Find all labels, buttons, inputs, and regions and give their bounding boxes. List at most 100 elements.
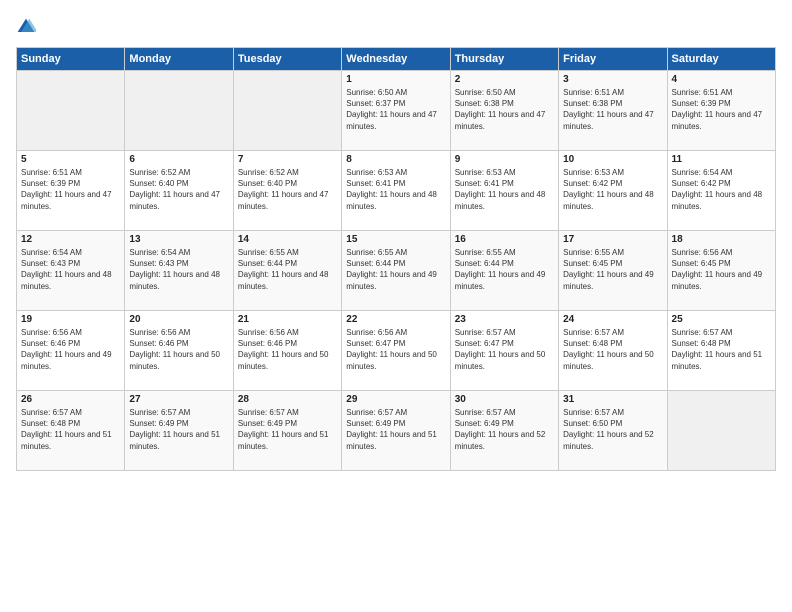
day-number: 17 [563, 234, 662, 245]
header [16, 16, 776, 37]
cell-info: Sunrise: 6:56 AMSunset: 6:46 PMDaylight:… [21, 327, 120, 372]
day-number: 21 [238, 314, 337, 325]
day-number: 11 [672, 154, 771, 165]
calendar-table: SundayMondayTuesdayWednesdayThursdayFrid… [16, 47, 776, 471]
calendar-cell: 9 Sunrise: 6:53 AMSunset: 6:41 PMDaylight… [450, 151, 558, 231]
cell-info: Sunrise: 6:51 AMSunset: 6:39 PMDaylight:… [672, 87, 771, 132]
day-number: 26 [21, 394, 120, 405]
day-number: 23 [455, 314, 554, 325]
cell-info: Sunrise: 6:53 AMSunset: 6:42 PMDaylight:… [563, 167, 662, 212]
cell-info: Sunrise: 6:52 AMSunset: 6:40 PMDaylight:… [129, 167, 228, 212]
day-number: 5 [21, 154, 120, 165]
header-day: Thursday [450, 48, 558, 71]
cell-info: Sunrise: 6:54 AMSunset: 6:42 PMDaylight:… [672, 167, 771, 212]
calendar-cell: 13Sunrise: 6:54 AMSunset: 6:43 PMDayligh… [125, 231, 233, 311]
cell-info: Sunrise: 6:57 AMSunset: 6:48 PMDaylight:… [563, 327, 662, 372]
calendar-cell: 11 Sunrise: 6:54 AMSunset: 6:42 PMDayligh… [667, 151, 775, 231]
day-number: 3 [563, 74, 662, 85]
cell-info: Sunrise: 6:57 AMSunset: 6:49 PMDaylight:… [238, 407, 337, 452]
day-number: 20 [129, 314, 228, 325]
calendar-cell: 27 Sunrise: 6:57 AMSunset: 6:49 PMDayligh… [125, 391, 233, 471]
calendar-cell: 1 Sunrise: 6:50 AMSunset: 6:37 PMDaylight… [342, 71, 450, 151]
cell-info: Sunrise: 6:56 AMSunset: 6:46 PMDaylight:… [129, 327, 228, 372]
calendar-cell: 20 Sunrise: 6:56 AMSunset: 6:46 PMDayligh… [125, 311, 233, 391]
calendar-cell: 31 Sunrise: 6:57 AMSunset: 6:50 PMDayligh… [559, 391, 667, 471]
calendar-week-row: 26 Sunrise: 6:57 AMSunset: 6:48 PMDayligh… [17, 391, 776, 471]
logo-icon [16, 17, 36, 37]
calendar-cell: 17 Sunrise: 6:55 AMSunset: 6:45 PMDayligh… [559, 231, 667, 311]
cell-info: Sunrise: 6:55 AMSunset: 6:44 PMDaylight:… [238, 247, 337, 292]
cell-info: Sunrise: 6:53 AMSunset: 6:41 PMDaylight:… [455, 167, 554, 212]
day-number: 15 [346, 234, 445, 245]
cell-info: Sunrise: 6:53 AMSunset: 6:41 PMDaylight:… [346, 167, 445, 212]
cell-info: Sunrise: 6:56 AMSunset: 6:45 PMDaylight:… [672, 247, 771, 292]
cell-info: Sunrise: 6:57 AMSunset: 6:48 PMDaylight:… [672, 327, 771, 372]
calendar-cell: 22 Sunrise: 6:56 AMSunset: 6:47 PMDayligh… [342, 311, 450, 391]
calendar-cell [125, 71, 233, 151]
cell-info: Sunrise: 6:55 AMSunset: 6:45 PMDaylight:… [563, 247, 662, 292]
cell-info: Sunrise: 6:51 AMSunset: 6:39 PMDaylight:… [21, 167, 120, 212]
calendar-header: SundayMondayTuesdayWednesdayThursdayFrid… [17, 48, 776, 71]
cell-info: Sunrise: 6:57 AMSunset: 6:49 PMDaylight:… [455, 407, 554, 452]
calendar-cell: 30 Sunrise: 6:57 AMSunset: 6:49 PMDayligh… [450, 391, 558, 471]
calendar-cell: 6 Sunrise: 6:52 AMSunset: 6:40 PMDaylight… [125, 151, 233, 231]
calendar-cell: 15 Sunrise: 6:55 AMSunset: 6:44 PMDayligh… [342, 231, 450, 311]
day-number: 12 [21, 234, 120, 245]
calendar-cell: 7Sunrise: 6:52 AMSunset: 6:40 PMDaylight… [233, 151, 341, 231]
calendar-week-row: 5 Sunrise: 6:51 AMSunset: 6:39 PMDaylight… [17, 151, 776, 231]
calendar-cell [233, 71, 341, 151]
calendar-cell: 21Sunrise: 6:56 AMSunset: 6:46 PMDayligh… [233, 311, 341, 391]
calendar-cell: 4 Sunrise: 6:51 AMSunset: 6:39 PMDaylight… [667, 71, 775, 151]
calendar-cell: 3 Sunrise: 6:51 AMSunset: 6:38 PMDaylight… [559, 71, 667, 151]
cell-info: Sunrise: 6:57 AMSunset: 6:49 PMDaylight:… [129, 407, 228, 452]
day-number: 27 [129, 394, 228, 405]
day-number: 10 [563, 154, 662, 165]
header-day: Wednesday [342, 48, 450, 71]
cell-info: Sunrise: 6:54 AMSunset: 6:43 PMDaylight:… [21, 247, 120, 292]
cell-info: Sunrise: 6:57 AMSunset: 6:50 PMDaylight:… [563, 407, 662, 452]
cell-info: Sunrise: 6:55 AMSunset: 6:44 PMDaylight:… [455, 247, 554, 292]
cell-info: Sunrise: 6:57 AMSunset: 6:48 PMDaylight:… [21, 407, 120, 452]
calendar-cell: 18Sunrise: 6:56 AMSunset: 6:45 PMDayligh… [667, 231, 775, 311]
day-number: 22 [346, 314, 445, 325]
day-number: 31 [563, 394, 662, 405]
header-day: Saturday [667, 48, 775, 71]
calendar-cell: 2Sunrise: 6:50 AMSunset: 6:38 PMDaylight… [450, 71, 558, 151]
day-number: 29 [346, 394, 445, 405]
cell-info: Sunrise: 6:57 AMSunset: 6:47 PMDaylight:… [455, 327, 554, 372]
calendar-cell: 10 Sunrise: 6:53 AMSunset: 6:42 PMDayligh… [559, 151, 667, 231]
calendar-cell: 5 Sunrise: 6:51 AMSunset: 6:39 PMDaylight… [17, 151, 125, 231]
calendar-cell: 26 Sunrise: 6:57 AMSunset: 6:48 PMDayligh… [17, 391, 125, 471]
day-number: 30 [455, 394, 554, 405]
day-number: 7 [238, 154, 337, 165]
day-number: 9 [455, 154, 554, 165]
calendar-cell: 25Sunrise: 6:57 AMSunset: 6:48 PMDayligh… [667, 311, 775, 391]
day-number: 14 [238, 234, 337, 245]
calendar-cell: 16Sunrise: 6:55 AMSunset: 6:44 PMDayligh… [450, 231, 558, 311]
header-row: SundayMondayTuesdayWednesdayThursdayFrid… [17, 48, 776, 71]
calendar-cell: 28 Sunrise: 6:57 AMSunset: 6:49 PMDayligh… [233, 391, 341, 471]
cell-info: Sunrise: 6:56 AMSunset: 6:47 PMDaylight:… [346, 327, 445, 372]
header-day: Friday [559, 48, 667, 71]
day-number: 4 [672, 74, 771, 85]
cell-info: Sunrise: 6:50 AMSunset: 6:37 PMDaylight:… [346, 87, 445, 132]
calendar-week-row: 19Sunrise: 6:56 AMSunset: 6:46 PMDayligh… [17, 311, 776, 391]
day-number: 6 [129, 154, 228, 165]
cell-info: Sunrise: 6:50 AMSunset: 6:38 PMDaylight:… [455, 87, 554, 132]
day-number: 28 [238, 394, 337, 405]
calendar-week-row: 1 Sunrise: 6:50 AMSunset: 6:37 PMDaylight… [17, 71, 776, 151]
calendar-cell: 29Sunrise: 6:57 AMSunset: 6:49 PMDayligh… [342, 391, 450, 471]
cell-info: Sunrise: 6:55 AMSunset: 6:44 PMDaylight:… [346, 247, 445, 292]
calendar-body: 1 Sunrise: 6:50 AMSunset: 6:37 PMDaylight… [17, 71, 776, 471]
calendar-cell: 23 Sunrise: 6:57 AMSunset: 6:47 PMDayligh… [450, 311, 558, 391]
calendar-cell [17, 71, 125, 151]
day-number: 1 [346, 74, 445, 85]
header-day: Monday [125, 48, 233, 71]
cell-info: Sunrise: 6:51 AMSunset: 6:38 PMDaylight:… [563, 87, 662, 132]
calendar-cell [667, 391, 775, 471]
day-number: 13 [129, 234, 228, 245]
calendar-cell: 14 Sunrise: 6:55 AMSunset: 6:44 PMDayligh… [233, 231, 341, 311]
calendar-cell: 24 Sunrise: 6:57 AMSunset: 6:48 PMDayligh… [559, 311, 667, 391]
day-number: 24 [563, 314, 662, 325]
header-day: Sunday [17, 48, 125, 71]
